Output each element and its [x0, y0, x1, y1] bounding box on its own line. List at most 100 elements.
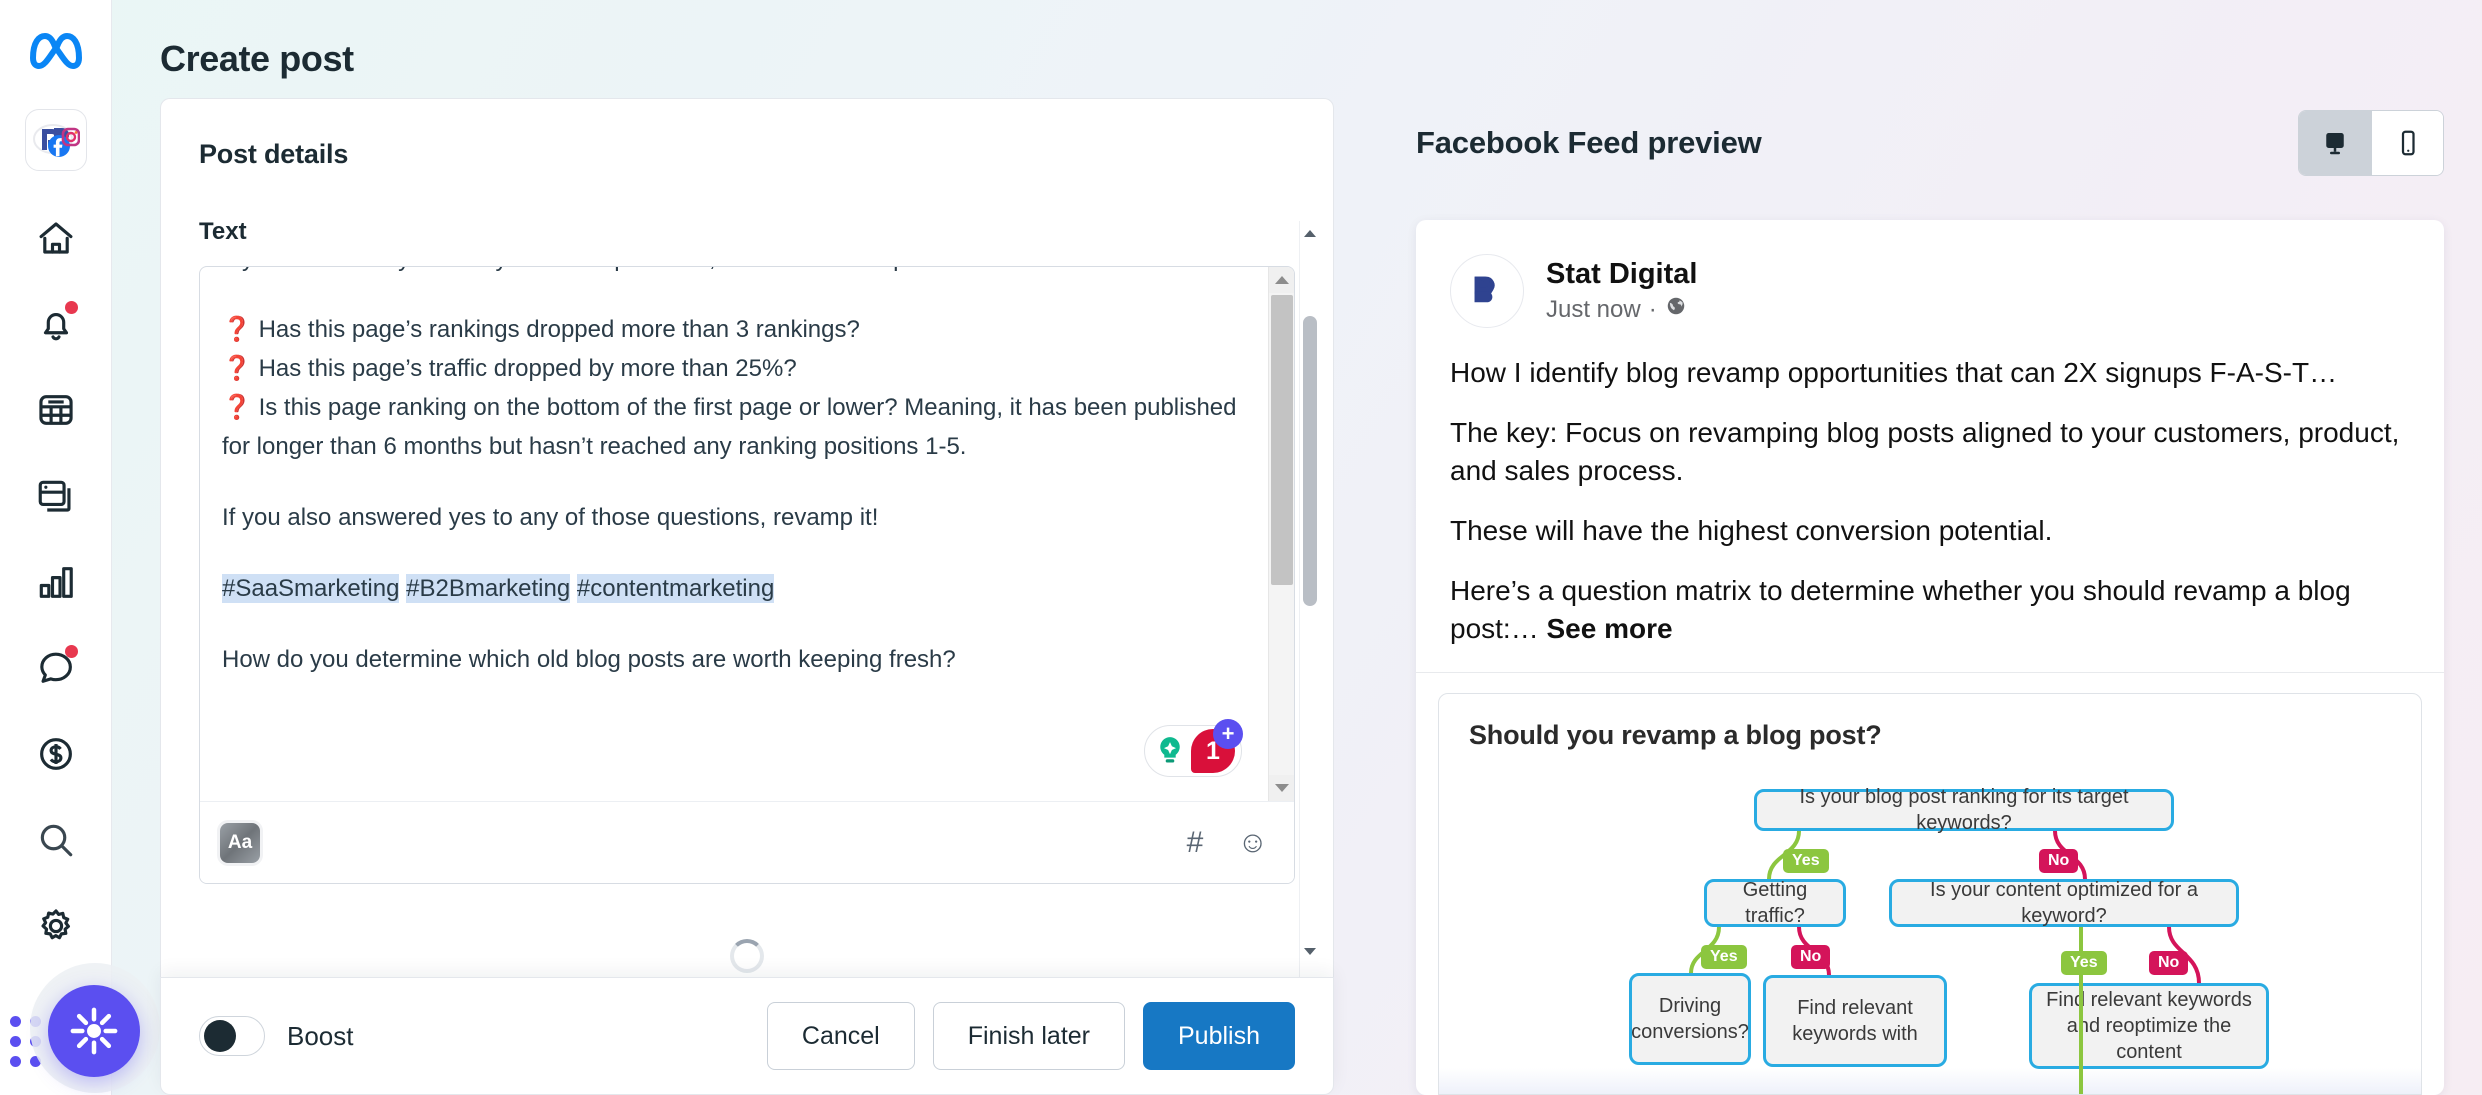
boost-toggle[interactable]: [199, 1016, 265, 1056]
scrollbar-thumb[interactable]: [1271, 295, 1293, 585]
desktop-monitor-icon: [2326, 133, 2344, 155]
sidebar-item-monetization[interactable]: [24, 711, 88, 797]
desktop-view-button[interactable]: [2299, 111, 2371, 175]
panel-scroll-up-icon[interactable]: [1302, 225, 1318, 241]
sidebar-item-content-library[interactable]: [24, 453, 88, 539]
magnifier-icon: [40, 824, 72, 857]
question-2-text: Has this page’s traffic dropped by more …: [258, 355, 797, 382]
boost-label: Boost: [287, 1020, 354, 1051]
question-1-text: Has this page’s rankings dropped more th…: [258, 316, 860, 343]
post-details-card: Post details Text If you answered yes to…: [160, 98, 1334, 977]
section-title: Post details: [199, 139, 349, 169]
stat-digital-logo-icon: [1474, 276, 1495, 303]
preview-title: Facebook Feed preview: [1416, 125, 1762, 160]
scroll-up-arrow-icon[interactable]: [1269, 267, 1294, 293]
page-title: Create post: [160, 38, 354, 79]
text-field-label: Text: [199, 218, 247, 245]
post-media-attachment[interactable]: Should you revamp a blog post? Is your b…: [1438, 693, 2422, 1095]
text-format-button[interactable]: Aa: [220, 822, 260, 863]
sidebar-item-insights[interactable]: [24, 539, 88, 625]
flowchart-connectors: [1689, 830, 2201, 1094]
mobile-view-button[interactable]: [2371, 111, 2443, 175]
editor-column: Post details Text If you answered yes to…: [112, 98, 1382, 1095]
post-text-editor[interactable]: If you answered yes to any of those ques…: [199, 266, 1295, 884]
facebook-post-header: Stat Digital Just now ·: [1416, 220, 2444, 328]
post-text-line-top: If you answered yes to any of those ques…: [222, 267, 1260, 278]
editor-toolbar: Aa # ☺: [200, 801, 1294, 883]
preview-header: Facebook Feed preview: [1416, 98, 2444, 188]
ai-suggestion-chip[interactable]: 1 +: [1144, 719, 1243, 777]
editor-toolbar-right: # ☺: [1187, 827, 1268, 858]
ai-suggestion-count[interactable]: 1 +: [1191, 719, 1243, 773]
post-text-scrollbar[interactable]: [1268, 267, 1294, 801]
hashtag-icon[interactable]: #: [1187, 827, 1204, 858]
post-meta-row: Just now ·: [1546, 295, 1697, 324]
flowchart-edge-no-1: No: [2039, 849, 2079, 873]
sidebar-item-settings[interactable]: [24, 883, 88, 969]
brand-facebook-instagram-icon[interactable]: [24, 109, 87, 171]
publish-button[interactable]: Publish: [1143, 1002, 1295, 1070]
see-more-link[interactable]: See more: [1546, 613, 1672, 644]
calendar-grid-icon: [38, 395, 73, 425]
panel-scrollbar-thumb[interactable]: [1303, 316, 1317, 606]
hashtag-2[interactable]: #B2Bmarketing: [406, 574, 571, 603]
sidebar-item-search[interactable]: [24, 797, 88, 883]
boost-toggle-knob: [204, 1020, 236, 1052]
messages-badge-dot: [64, 645, 78, 658]
bar-chart-icon: [39, 567, 73, 598]
emoji-smiley-icon[interactable]: ☺: [1237, 827, 1268, 858]
post-text-closing-line: How do you determine which old blog post…: [222, 646, 956, 673]
panel-scrollbar[interactable]: [1299, 221, 1321, 977]
device-toggle-group: [2298, 110, 2444, 176]
flowchart: Is your blog post ranking for its target…: [1469, 775, 2391, 1094]
finish-later-button[interactable]: Finish later: [932, 1002, 1125, 1070]
app-root: Create post Post details Text If you ans…: [0, 0, 2482, 1095]
facebook-preview-card: Stat Digital Just now · How I identify b…: [1416, 220, 2444, 1095]
question-3-text: Is this page ranking on the bottom of th…: [222, 394, 1237, 460]
question-bullet-icon: ❓: [222, 355, 252, 382]
body-columns: Post details Text If you answered yes to…: [112, 80, 2482, 1095]
question-bullet-icon: ❓: [222, 316, 252, 343]
action-buttons: Cancel Finish later Publish: [766, 1002, 1295, 1070]
post-author-name: Stat Digital: [1546, 257, 1698, 290]
facebook-post-text: How I identify blog revamp opportunities…: [1416, 328, 2444, 672]
assistant-button[interactable]: [48, 985, 140, 1077]
sidebar-item-home[interactable]: [24, 195, 88, 281]
avatar: [1450, 254, 1524, 328]
gear-icon: [40, 909, 70, 940]
meta-infinity-icon[interactable]: [28, 30, 84, 75]
scroll-down-arrow-icon[interactable]: [1269, 775, 1294, 801]
post-text-revamp-line: If you also answered yes to any of those…: [222, 504, 879, 531]
panel-scroll-down-icon[interactable]: [1302, 943, 1318, 959]
flowchart-edge-yes-1: Yes: [1783, 849, 1829, 873]
cancel-button[interactable]: Cancel: [766, 1002, 915, 1070]
loading-spinner-icon: [730, 939, 764, 973]
plus-icon[interactable]: +: [1213, 719, 1243, 749]
hashtag-1[interactable]: #SaaSmarketing: [222, 574, 400, 603]
page: Create post Post details Text If you ans…: [112, 0, 2482, 1095]
flowchart-edge-yes-3: Yes: [2061, 951, 2107, 975]
post-text-question-3: ❓ Is this page ranking on the bottom of …: [222, 388, 1260, 466]
left-sidebar: [0, 0, 160, 1095]
post-timestamp: Just now: [1546, 295, 1641, 323]
flowchart-edge-yes-2: Yes: [1701, 945, 1747, 969]
post-text-scroll-viewport[interactable]: If you answered yes to any of those ques…: [200, 267, 1294, 801]
lightbulb-idea-icon[interactable]: [1151, 732, 1189, 770]
post-paragraph-4: Here’s a question matrix to determine wh…: [1450, 572, 2410, 648]
sidebar-item-messages[interactable]: [24, 625, 88, 711]
sidebar-item-planner[interactable]: [24, 367, 88, 453]
cards-stack-icon: [38, 480, 71, 512]
post-details-body: Post details Text If you answered yes to…: [161, 99, 1333, 977]
post-author-meta: Stat Digital Just now ·: [1546, 258, 1697, 324]
hashtag-3[interactable]: #contentmarketing: [576, 574, 775, 603]
loading-row: [161, 939, 1333, 973]
post-paragraph-2: The key: Focus on revamping blog posts a…: [1450, 417, 2400, 486]
flowchart-edge-no-2: No: [1791, 945, 1831, 969]
action-bar: Boost Cancel Finish later Publish: [160, 977, 1334, 1095]
meta-separator: ·: [1648, 295, 1657, 323]
media-title: Should you revamp a blog post?: [1469, 720, 1882, 750]
sidebar-item-notifications[interactable]: [24, 281, 88, 367]
post-text-hashtags: #SaaSmarketing #B2Bmarketing #contentmar…: [222, 569, 1260, 608]
post-text-question-1: ❓ Has this page’s rankings dropped more …: [222, 310, 1260, 349]
post-author-row: Stat Digital Just now ·: [1450, 254, 2410, 328]
